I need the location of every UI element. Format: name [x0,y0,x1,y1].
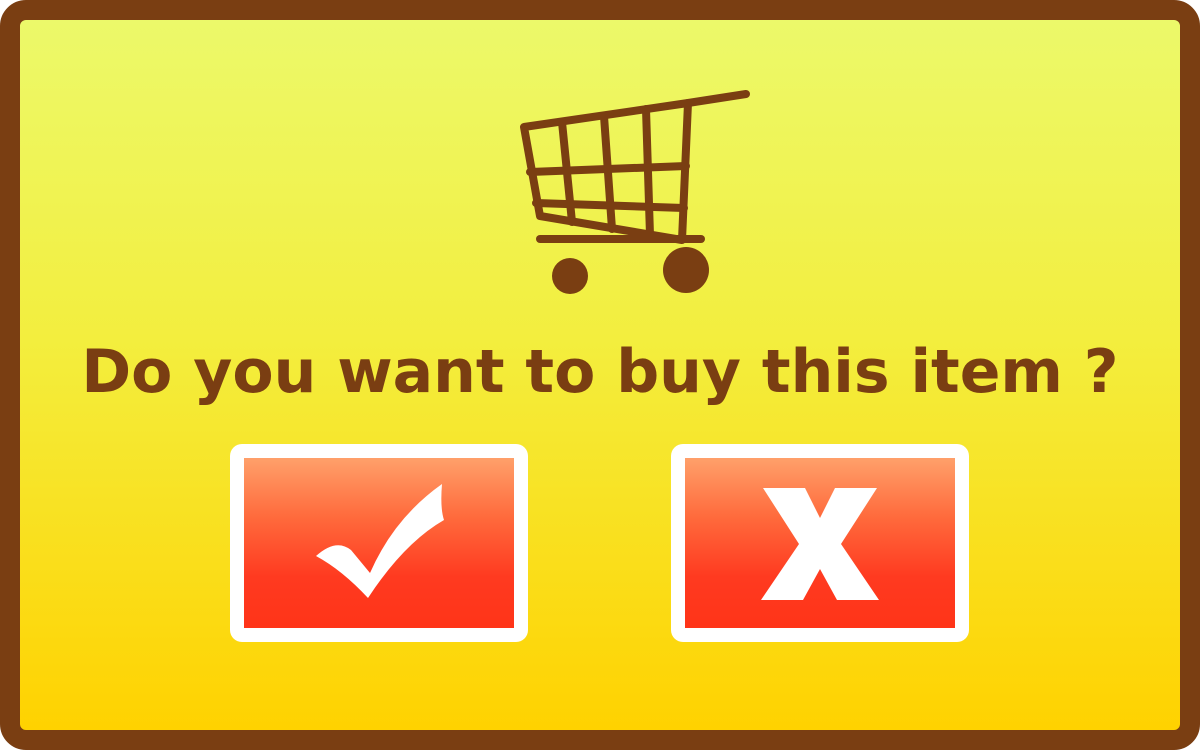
dialog-question: Do you want to buy this item ? [81,337,1119,407]
confirm-button-face [244,458,514,628]
shopping-cart-icon [520,90,750,294]
purchase-confirm-dialog: Do you want to buy this item ? [0,0,1200,750]
cancel-buy-button[interactable] [671,444,969,642]
cancel-button-face [685,458,955,628]
checkmark-icon [316,484,444,598]
confirm-buy-button[interactable] [230,444,528,642]
x-icon [761,488,879,600]
